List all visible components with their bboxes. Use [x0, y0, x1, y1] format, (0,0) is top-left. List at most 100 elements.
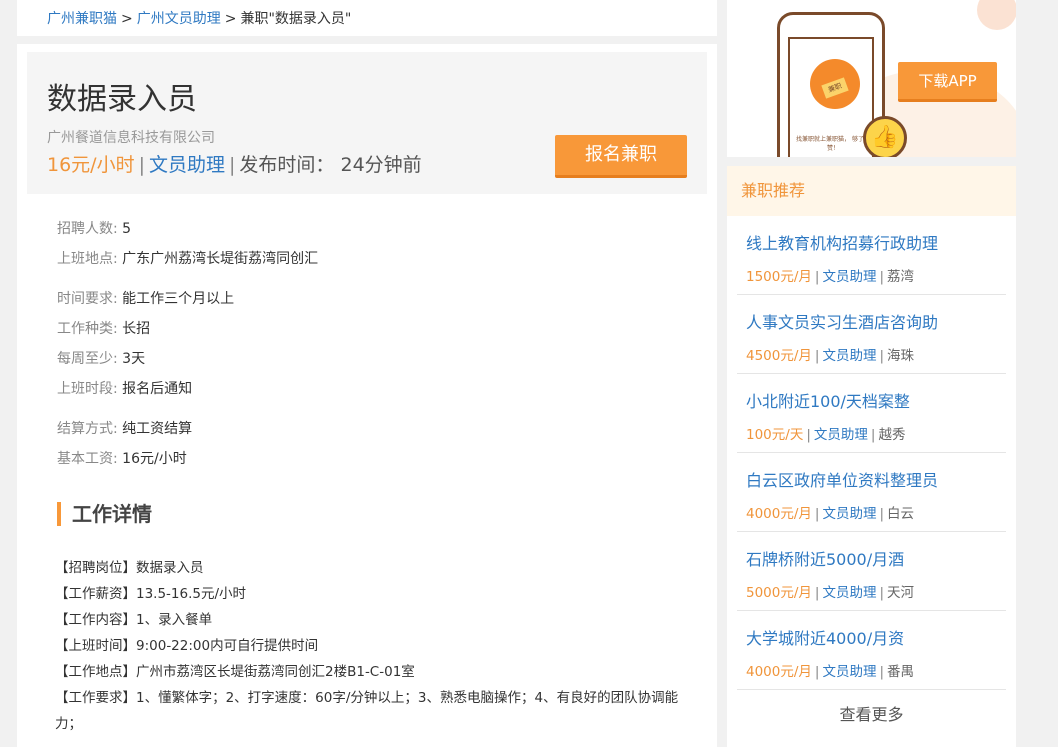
description-line: 【工作薪资】13.5-16.5元/小时 [55, 586, 247, 602]
recommendation-item[interactable]: 人事文员实习生酒店咨询助 4500元/月 | 文员助理 | 海珠 [737, 295, 1006, 374]
recommendation-item[interactable]: 白云区政府单位资料整理员 4000元/月 | 文员助理 | 白云 [737, 453, 1006, 532]
field-row: 招聘人数: 5 [57, 218, 131, 238]
recommendation-salary: 4000元/月 [746, 506, 812, 522]
meta-separator: | [814, 269, 820, 285]
recommendation-area: 天河 [887, 585, 915, 601]
job-salary: 16元/小时 [47, 154, 135, 176]
recommendation-meta: 100元/天 | 文员助理 | 越秀 [746, 423, 905, 443]
field-value: 报名后通知 [122, 381, 193, 397]
meta-separator: | [814, 585, 820, 601]
recommendation-category[interactable]: 文员助理 [822, 348, 876, 364]
section-heading-detail: 工作详情 [57, 502, 152, 526]
recommendation-title[interactable]: 小北附近100/天档案整 [746, 388, 910, 412]
field-row: 基本工资: 16元/小时 [57, 448, 187, 468]
decorative-blob [977, 0, 1016, 30]
job-header: 数据录入员 广州餐道信息科技有限公司 16元/小时 | 文员助理 | 发布时间： 24分… [27, 52, 707, 194]
field-label: 结算方式: [57, 421, 118, 437]
recommendation-title[interactable]: 线上教育机构招募行政助理 [746, 230, 938, 254]
recommendation-category[interactable]: 文员助理 [814, 427, 868, 443]
field-row: 结算方式: 纯工资结算 [57, 418, 192, 438]
field-label: 基本工资: [57, 451, 118, 467]
meta-separator: | [879, 348, 885, 364]
recommendation-category[interactable]: 文员助理 [822, 269, 876, 285]
recommendation-title[interactable]: 白云区政府单位资料整理员 [746, 467, 938, 491]
recommendation-category[interactable]: 文员助理 [822, 585, 876, 601]
recommendation-title[interactable]: 石牌桥附近5000/月酒 [746, 546, 904, 570]
description-line: 【工作要求】1、懂繁体字；2、打字速度：60字/分钟以上；3、熟悉电脑操作；4、… [55, 690, 679, 732]
recommendation-title[interactable]: 大学城附近4000/月资 [746, 625, 904, 649]
breadcrumb: 广州兼职猫 > 广州文员助理 > 兼职"数据录入员" [17, 0, 717, 36]
published-label: 发布时间： [239, 154, 335, 176]
meta-separator: | [879, 585, 885, 601]
field-row: 时间要求: 能工作三个月以上 [57, 288, 234, 308]
meta-separator: | [879, 506, 885, 522]
meta-separator: | [814, 348, 820, 364]
recommendation-item[interactable]: 小北附近100/天档案整 100元/天 | 文员助理 | 越秀 [737, 374, 1006, 453]
job-title: 数据录入员 [47, 82, 197, 117]
recommendation-item[interactable]: 线上教育机构招募行政助理 1500元/月 | 文员助理 | 荔湾 [737, 216, 1006, 295]
recommendation-category[interactable]: 文员助理 [822, 506, 876, 522]
field-label: 时间要求: [57, 291, 118, 307]
field-value: 5 [122, 221, 132, 237]
recommendation-meta: 4000元/月 | 文员助理 | 番禺 [746, 660, 914, 680]
description-line: 【上班时间】9:00-22:00内可自行提供时间 [55, 638, 319, 654]
recommendation-salary: 1500元/月 [746, 269, 812, 285]
phone-screen-text: 找兼职就上兼职猫， 够了个赞！ [796, 136, 870, 152]
recommendation-area: 白云 [887, 506, 915, 522]
meta-separator: | [138, 154, 145, 176]
meta-separator: | [814, 664, 820, 680]
download-app-button[interactable]: 下载APP [898, 62, 997, 102]
recommendation-meta: 4500元/月 | 文员助理 | 海珠 [746, 344, 914, 364]
recommendation-area: 荔湾 [887, 269, 915, 285]
breadcrumb-link-category[interactable]: 广州文员助理 [137, 11, 221, 27]
recommendation-salary: 100元/天 [746, 427, 804, 443]
recommendations-heading: 兼职推荐 [727, 166, 1016, 216]
page-margin [1016, 0, 1058, 747]
job-meta: 16元/小时 | 文员助理 | 发布时间： 24分钟前 [47, 152, 422, 178]
recommendation-item[interactable]: 大学城附近4000/月资 4000元/月 | 文员助理 | 番禺 [737, 611, 1006, 690]
recommendation-meta: 1500元/月 | 文员助理 | 荔湾 [746, 265, 914, 285]
recommendation-category[interactable]: 文员助理 [822, 664, 876, 680]
meta-separator: | [879, 664, 885, 680]
field-value: 16元/小时 [122, 451, 187, 467]
description-line: 【工作地点】广州市荔湾区长堤街荔湾同创汇2楼B1-C-01室 [55, 664, 415, 680]
recommendation-area: 番禺 [887, 664, 915, 680]
field-row: 上班时段: 报名后通知 [57, 378, 192, 398]
recommendations-panel: 兼职推荐 线上教育机构招募行政助理 1500元/月 | 文员助理 | 荔湾 人事文员实习… [727, 166, 1016, 747]
meta-separator: | [879, 269, 885, 285]
field-label: 工作种类: [57, 321, 118, 337]
field-value: 广东广州荔湾长堤街荔湾同创汇 [122, 251, 319, 267]
apply-button[interactable]: 报名兼职 [555, 135, 687, 178]
meta-separator: | [806, 427, 811, 443]
recommendation-area: 海珠 [887, 348, 915, 364]
breadcrumb-link-home[interactable]: 广州兼职猫 [47, 11, 117, 27]
breadcrumb-current: 兼职"数据录入员" [240, 11, 352, 27]
job-category-link[interactable]: 文员助理 [149, 154, 225, 176]
field-row: 上班地点: 广东广州荔湾长堤街荔湾同创汇 [57, 248, 318, 268]
recommendation-area: 越秀 [878, 427, 906, 443]
published-value: 24分钟前 [340, 154, 422, 176]
recommendation-salary: 4000元/月 [746, 664, 812, 680]
field-row: 工作种类: 长招 [57, 318, 150, 338]
description-line: 【招聘岗位】数据录入员 [55, 560, 204, 576]
field-value: 长招 [122, 321, 151, 337]
app-promo-banner: 兼职 找兼职就上兼职猫， 够了个赞！ 👍 下载APP [727, 0, 1016, 157]
field-value: 能工作三个月以上 [122, 291, 235, 307]
recommendation-meta: 5000元/月 | 文员助理 | 天河 [746, 581, 914, 601]
recommendation-item[interactable]: 石牌桥附近5000/月酒 5000元/月 | 文员助理 | 天河 [737, 532, 1006, 611]
view-more-link[interactable]: 查看更多 [727, 690, 1016, 740]
breadcrumb-separator: > [121, 11, 133, 27]
recommendation-title[interactable]: 人事文员实习生酒店咨询助 [746, 309, 938, 333]
field-value: 3天 [122, 351, 146, 367]
field-label: 上班地点: [57, 251, 118, 267]
meta-separator: | [870, 427, 876, 443]
meta-separator: | [814, 506, 820, 522]
thumbs-up-icon: 👍 [863, 116, 907, 157]
field-label: 每周至少: [57, 351, 118, 367]
field-label: 招聘人数: [57, 221, 118, 237]
job-description: 【招聘岗位】数据录入员 【工作薪资】13.5-16.5元/小时 【工作内容】1、… [55, 555, 695, 737]
field-row: 每周至少: 3天 [57, 348, 145, 368]
recommendation-meta: 4000元/月 | 文员助理 | 白云 [746, 502, 914, 522]
company-name: 广州餐道信息科技有限公司 [47, 130, 215, 146]
recommendation-salary: 4500元/月 [746, 348, 812, 364]
